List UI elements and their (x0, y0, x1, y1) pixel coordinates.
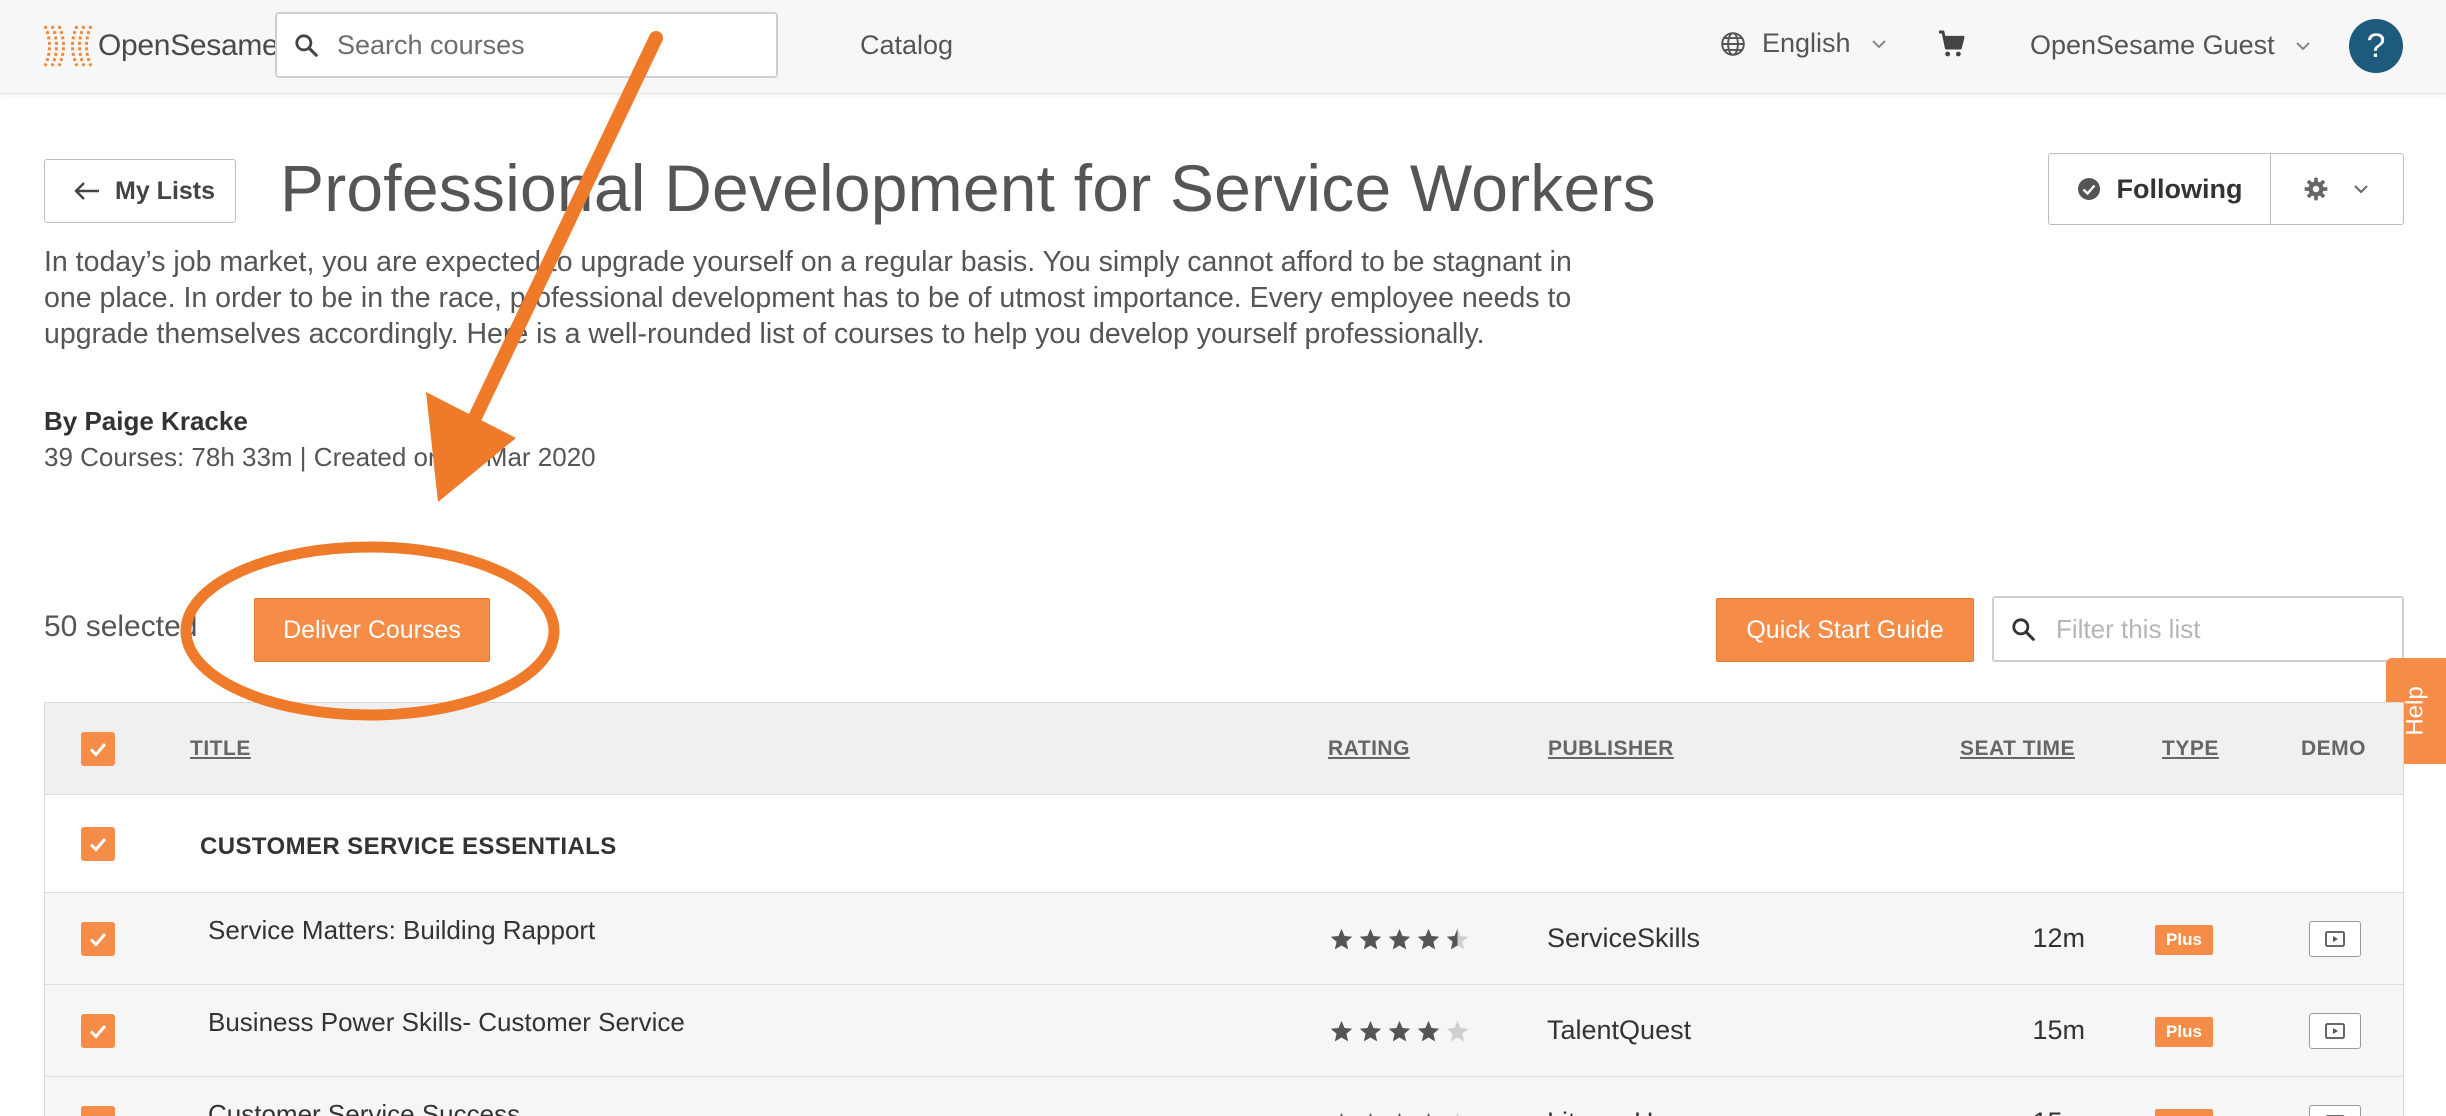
table-row[interactable]: Customer Service Success Litmos Heroes 1… (45, 1077, 2403, 1116)
group-label: CUSTOMER SERVICE ESSENTIALS (200, 833, 617, 860)
chevron-down-icon (1871, 39, 1886, 48)
select-all-checkbox[interactable] (81, 732, 115, 766)
row-checkbox[interactable] (81, 1014, 115, 1048)
language-label: English (1762, 28, 1851, 58)
table-row[interactable]: Service Matters: Building Rapport Servic… (45, 893, 2403, 985)
star-icon (1388, 928, 1411, 950)
star-icon (1388, 1020, 1411, 1042)
page-title: Professional Development for Service Wor… (280, 151, 1656, 225)
my-lists-back-button[interactable]: My Lists (44, 159, 236, 223)
search-box[interactable] (275, 12, 778, 78)
list-description: In today’s job market, you are expected … (44, 246, 1572, 350)
star-icon (1340, 1112, 1343, 1116)
check-circle-icon (2077, 178, 2100, 200)
star-icon (1359, 928, 1382, 950)
deliver-courses-button[interactable]: Deliver Courses (254, 598, 490, 662)
following-button[interactable]: Following (2049, 154, 2271, 224)
star-icon (1359, 1020, 1382, 1042)
star-icon (1427, 1112, 1430, 1116)
rating-stars (1329, 927, 1470, 952)
video-icon (2325, 1023, 2345, 1039)
cart-icon[interactable] (1935, 28, 1967, 60)
column-header-title[interactable]: TITLE (190, 737, 251, 761)
list-author: By Paige Kracke (44, 406, 248, 436)
annotation-arrow-shaft (463, 31, 663, 435)
course-table: TITLE RATING PUBLISHER SEAT TIME TYPE DE… (44, 702, 2404, 1116)
type-badge: Plus (2155, 1109, 2213, 1116)
column-header-seat-time[interactable]: SEAT TIME (1960, 737, 2075, 761)
column-header-publisher[interactable]: PUBLISHER (1548, 737, 1674, 761)
follow-controls: Following (2048, 153, 2404, 225)
back-button-label: My Lists (115, 176, 216, 205)
list-settings-button[interactable] (2271, 154, 2403, 224)
star-icon (1446, 928, 1469, 950)
rating-stars (1329, 1111, 1470, 1116)
demo-button[interactable] (2309, 921, 2361, 957)
checkbox-icon (89, 838, 107, 852)
language-selector[interactable]: English (1720, 28, 1889, 59)
search-input[interactable] (337, 29, 737, 61)
opensesame-logo[interactable]: OpenSesame (42, 22, 279, 70)
course-title[interactable]: Business Power Skills- Customer Service (208, 1007, 685, 1038)
course-seat-time: 12m (2032, 923, 2085, 953)
star-icon (1456, 1112, 1459, 1116)
star-icon (1417, 928, 1440, 950)
filter-box[interactable] (1992, 596, 2404, 662)
table-group-row: CUSTOMER SERVICE ESSENTIALS (45, 795, 2403, 893)
star-icon (1330, 928, 1353, 950)
user-name: OpenSesame Guest (2030, 30, 2275, 60)
video-icon (2325, 931, 2345, 947)
checkbox-icon (87, 1112, 109, 1116)
course-seat-time: 15m (1915, 1107, 2085, 1116)
chevron-down-icon (2295, 41, 2310, 50)
chevron-down-icon (2354, 185, 2368, 194)
course-publisher: Litmos Heroes (1547, 1107, 1721, 1116)
column-header-rating[interactable]: RATING (1328, 737, 1410, 761)
course-title[interactable]: Service Matters: Building Rapport (208, 915, 595, 946)
search-icon (2012, 618, 2035, 641)
course-publisher: TalentQuest (1547, 1015, 1692, 1045)
course-publisher: ServiceSkills (1547, 923, 1701, 953)
list-meta: 39 Courses: 78h 33m | Created on 10 Mar … (44, 442, 596, 472)
arrow-left-icon (74, 182, 99, 200)
search-icon (295, 34, 318, 57)
star-icon (1398, 1112, 1401, 1116)
column-header-type[interactable]: TYPE (2162, 737, 2219, 761)
quick-start-guide-button[interactable]: Quick Start Guide (1716, 598, 1974, 662)
nav-catalog-link[interactable]: Catalog (860, 30, 953, 61)
demo-button[interactable] (2309, 1105, 2361, 1116)
checkbox-icon (89, 743, 107, 757)
course-title[interactable]: Customer Service Success (208, 1099, 520, 1116)
filter-input[interactable] (2056, 613, 2386, 645)
rating-stars (1329, 1019, 1470, 1044)
table-row[interactable]: Business Power Skills- Customer Service … (45, 985, 2403, 1077)
top-navigation-bar: OpenSesame Catalog English OpenSesame Gu… (0, 0, 2446, 94)
type-badge: Plus (2155, 925, 2213, 955)
following-label: Following (2116, 173, 2243, 204)
star-icon (1417, 1020, 1440, 1042)
help-tab-label: Help (2401, 686, 2429, 736)
column-header-demo: DEMO (2301, 737, 2366, 760)
table-header-row: TITLE RATING PUBLISHER SEAT TIME TYPE DE… (45, 703, 2403, 795)
group-checkbox[interactable] (81, 827, 115, 861)
selected-count: 50 selected (44, 610, 198, 643)
row-checkbox[interactable] (81, 1106, 115, 1116)
checkbox-icon (89, 1025, 107, 1039)
row-checkbox[interactable] (81, 922, 115, 956)
type-badge: Plus (2155, 1017, 2213, 1047)
course-seat-time: 15m (2032, 1015, 2085, 1045)
checkbox-icon (89, 933, 107, 947)
globe-icon (1721, 31, 1745, 56)
gear-icon (2304, 177, 2328, 201)
logo-icon (43, 25, 93, 67)
help-button[interactable]: ? (2349, 19, 2403, 73)
brand-name: OpenSesame (98, 29, 279, 62)
user-menu[interactable]: OpenSesame Guest (2030, 30, 2313, 61)
star-icon (1446, 1020, 1469, 1042)
star-icon (1369, 1112, 1372, 1116)
star-icon (1330, 1020, 1353, 1042)
demo-button[interactable] (2309, 1013, 2361, 1049)
